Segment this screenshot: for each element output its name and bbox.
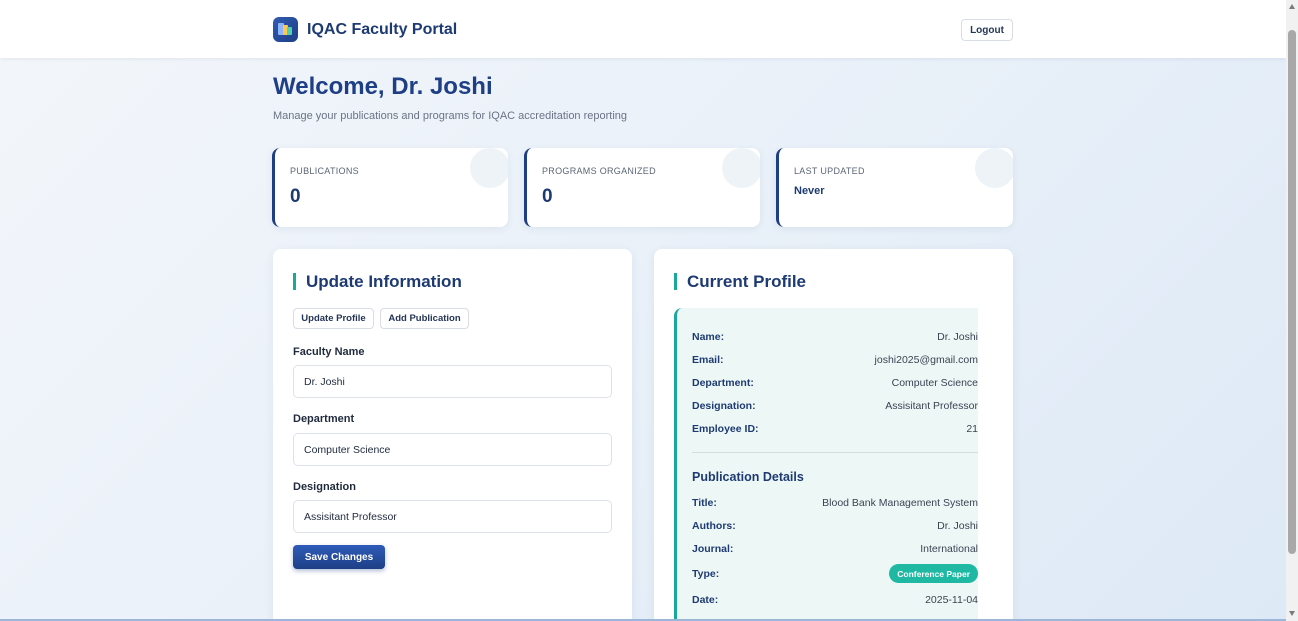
decorative-circle xyxy=(975,148,1013,188)
profile-row-department: Department: Computer Science xyxy=(692,377,978,391)
row-value: International xyxy=(920,543,978,555)
faculty-name-input[interactable] xyxy=(293,365,612,398)
row-value: Dr. Joshi xyxy=(937,331,978,343)
card-title: Current Profile xyxy=(674,273,806,290)
profile-details: Name: Dr. Joshi Email: joshi2025@gmail.c… xyxy=(674,308,978,621)
row-value: joshi2025@gmail.com xyxy=(874,354,978,366)
profile-row-name: Name: Dr. Joshi xyxy=(692,331,978,345)
publication-details-heading: Publication Details xyxy=(692,470,804,484)
department-input[interactable] xyxy=(293,433,612,466)
row-value: 21 xyxy=(966,423,978,435)
publication-row-journal: Journal: International xyxy=(692,543,978,557)
publication-row-type: Type: Conference Paper xyxy=(692,564,978,583)
stat-card-programs: PROGRAMS ORGANIZED 0 xyxy=(524,148,760,227)
logout-button[interactable]: Logout xyxy=(961,19,1013,41)
row-key: Type: xyxy=(692,568,720,580)
row-key: Designation: xyxy=(692,400,756,412)
decorative-circle xyxy=(722,148,760,188)
publication-row-date: Date: 2025-11-04 xyxy=(692,594,978,608)
page-subtitle: Manage your publications and programs fo… xyxy=(273,110,628,122)
stat-value: 0 xyxy=(290,186,301,207)
designation-input[interactable] xyxy=(293,500,612,533)
tab-add-publication[interactable]: Add Publication xyxy=(380,308,469,329)
brand-name: IQAC Faculty Portal xyxy=(307,20,458,38)
tab-update-profile[interactable]: Update Profile xyxy=(293,308,374,329)
row-key: Department: xyxy=(692,377,754,389)
row-value: Blood Bank Management System xyxy=(822,497,978,509)
portal-logo-icon xyxy=(273,17,298,42)
top-navbar: IQAC Faculty Portal Logout xyxy=(0,0,1286,58)
faculty-name-label: Faculty Name xyxy=(293,346,365,358)
row-value: Assisitant Professor xyxy=(885,400,978,412)
row-key: Date: xyxy=(692,594,719,606)
page-title: Welcome, Dr. Joshi xyxy=(273,73,493,100)
row-key: Authors: xyxy=(692,520,736,532)
department-label: Department xyxy=(293,413,355,425)
scroll-up-arrow-icon[interactable] xyxy=(1289,4,1295,9)
stat-label: PUBLICATIONS xyxy=(290,166,359,176)
row-value: 2025-11-04 xyxy=(925,594,978,606)
designation-label: Designation xyxy=(293,481,356,493)
row-value: Dr. Joshi xyxy=(937,520,978,532)
save-changes-button[interactable]: Save Changes xyxy=(293,545,385,569)
stat-value: 0 xyxy=(542,186,553,207)
decorative-circle xyxy=(470,148,508,188)
profile-row-email: Email: joshi2025@gmail.com xyxy=(692,354,978,368)
profile-row-designation: Designation: Assisitant Professor xyxy=(692,400,978,414)
stat-value: Never xyxy=(794,185,825,197)
profile-row-employee-id: Employee ID: 21 xyxy=(692,423,978,437)
scrollbar-thumb[interactable] xyxy=(1288,30,1296,554)
stat-label: PROGRAMS ORGANIZED xyxy=(542,166,656,176)
vertical-scrollbar[interactable] xyxy=(1286,0,1298,621)
current-profile-card: Current Profile Name: Dr. Joshi Email: j… xyxy=(654,249,1013,621)
row-value: Computer Science xyxy=(891,377,978,389)
row-key: Email: xyxy=(692,354,724,366)
row-key: Name: xyxy=(692,331,725,343)
stat-card-last-updated: LAST UPDATED Never xyxy=(776,148,1013,227)
stat-label: LAST UPDATED xyxy=(794,166,865,176)
update-information-card: Update Information Update Profile Add Pu… xyxy=(273,249,632,621)
publication-row-title: Title: Blood Bank Management System xyxy=(692,497,978,511)
scroll-down-arrow-icon[interactable] xyxy=(1289,611,1295,616)
card-title: Update Information xyxy=(293,273,462,290)
row-key: Journal: xyxy=(692,543,734,555)
stat-card-publications: PUBLICATIONS 0 xyxy=(272,148,508,227)
row-key: Title: xyxy=(692,497,717,509)
row-key: Employee ID: xyxy=(692,423,759,435)
publication-type-badge: Conference Paper xyxy=(889,564,978,583)
divider xyxy=(692,452,978,453)
publication-row-authors: Authors: Dr. Joshi xyxy=(692,520,978,534)
brand[interactable]: IQAC Faculty Portal xyxy=(273,17,457,42)
